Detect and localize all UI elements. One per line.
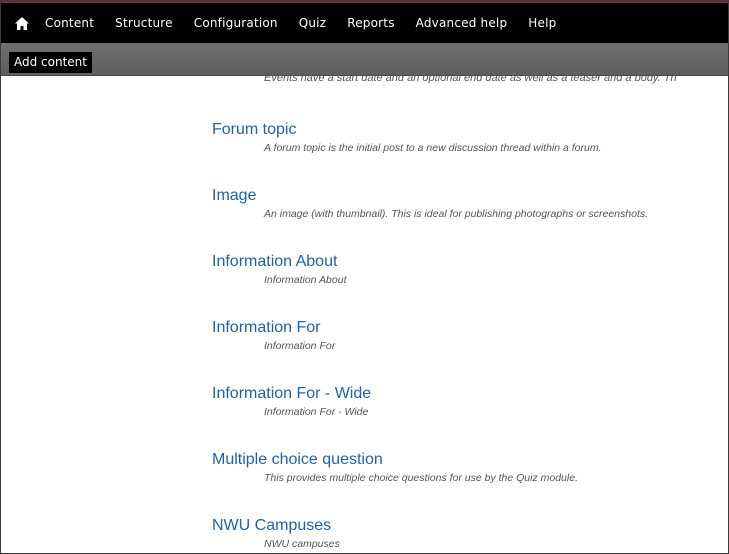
content-type-item: Image An image (with thumbnail). This is… [212, 185, 728, 251]
content-type-description: Information For [264, 340, 336, 352]
content-type-description: Information About [264, 274, 347, 286]
content-type-description: NWU campuses [264, 538, 340, 550]
content-type-link-nwu-campuses[interactable]: NWU Campuses [212, 517, 331, 535]
content-type-description: Information For - Wide [264, 406, 369, 418]
home-icon[interactable] [11, 12, 33, 34]
content-type-item: Information About Information About [212, 251, 728, 317]
content-type-list: Forum topic A forum topic is the initial… [212, 119, 728, 553]
content-type-link-image[interactable]: Image [212, 187, 256, 205]
content-type-link-forum-topic[interactable]: Forum topic [212, 121, 296, 139]
content-type-link-information-for-wide[interactable]: Information For - Wide [212, 385, 371, 403]
content-type-link-information-for[interactable]: Information For [212, 319, 320, 337]
menu-advanced-help[interactable]: Advanced help [416, 16, 508, 30]
menu-structure[interactable]: Structure [115, 16, 173, 30]
content-type-item: Information For Information For [212, 317, 728, 383]
content-type-item: Forum topic A forum topic is the initial… [212, 119, 728, 185]
content-type-item: NWU Campuses NWU campuses [212, 515, 728, 553]
menu-quiz[interactable]: Quiz [299, 16, 326, 30]
content-type-description: An image (with thumbnail). This is ideal… [264, 208, 649, 220]
content-type-link-information-about[interactable]: Information About [212, 253, 337, 271]
content-type-link-multiple-choice-question[interactable]: Multiple choice question [212, 451, 383, 469]
menu-content[interactable]: Content [45, 16, 94, 30]
admin-toolbar: Content Structure Configuration Quiz Rep… [1, 3, 728, 43]
menu-reports[interactable]: Reports [347, 16, 394, 30]
add-content-shortcut[interactable]: Add content [9, 52, 92, 73]
menu-configuration[interactable]: Configuration [194, 16, 278, 30]
content-type-description: A forum topic is the initial post to a n… [264, 142, 602, 154]
menu-help[interactable]: Help [528, 16, 556, 30]
partial-description: Events have a start date and an optional… [264, 72, 677, 84]
content-type-item: Multiple choice question This provides m… [212, 449, 728, 515]
content-type-item: Information For - Wide Information For -… [212, 383, 728, 449]
content-type-description: This provides multiple choice questions … [264, 472, 578, 484]
browser-viewport: Content Structure Configuration Quiz Rep… [0, 0, 729, 554]
